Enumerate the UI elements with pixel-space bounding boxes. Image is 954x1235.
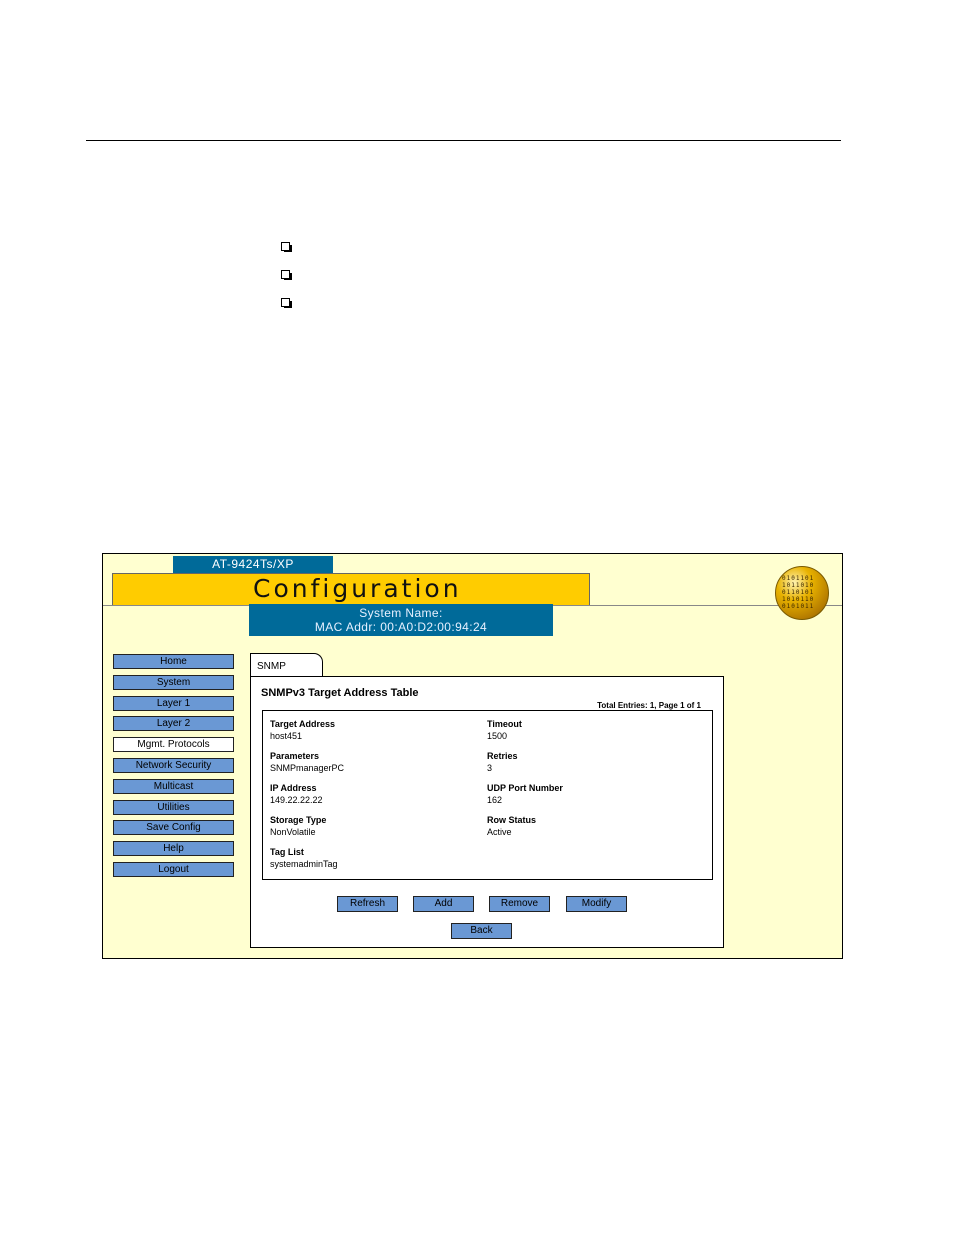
field-value: SNMPmanagerPC <box>270 763 345 773</box>
nav-layer1-button[interactable]: Layer 1 <box>113 696 234 711</box>
nav-layer2-button[interactable]: Layer 2 <box>113 716 234 731</box>
nav-mgmt-protocols-button[interactable]: Mgmt. Protocols <box>113 737 234 752</box>
mac-address: MAC Addr: 00:A0:D2:00:94:24 <box>314 620 488 634</box>
field-value: Active <box>487 827 512 837</box>
field-value: 149.22.22.22 <box>270 795 323 805</box>
checkbox-bullet-icon <box>281 241 292 252</box>
model-label: AT-9424Ts/XP <box>173 556 333 573</box>
field-value: 1500 <box>487 731 508 741</box>
screenshot-frame: AT-9424Ts/XP Configuration System Name: … <box>102 553 843 959</box>
field-label: Parameters <box>270 751 320 761</box>
field-label: Row Status <box>487 815 537 825</box>
refresh-button[interactable]: Refresh <box>337 896 398 912</box>
udp-port-field: UDP Port Number 162 <box>487 782 563 806</box>
total-entries: Total Entries: 1, Page 1 of 1 <box>597 701 701 710</box>
row-status-field: Row Status Active <box>487 814 536 838</box>
nav-utilities-button[interactable]: Utilities <box>113 800 234 815</box>
page-divider <box>86 140 841 141</box>
target-address-entry: Target Address host451 Timeout 1500 Para… <box>262 710 713 880</box>
ip-address-field: IP Address 149.22.22.22 <box>270 782 323 806</box>
field-label: Storage Type <box>270 815 327 825</box>
field-label: IP Address <box>270 783 317 793</box>
back-button[interactable]: Back <box>451 923 512 939</box>
retries-field: Retries 3 <box>487 750 518 774</box>
field-value: systemadminTag <box>270 859 338 869</box>
field-label: UDP Port Number <box>487 783 563 793</box>
nav-logout-button[interactable]: Logout <box>113 862 234 877</box>
nav-home-button[interactable]: Home <box>113 654 234 669</box>
snmp-panel: SNMPv3 Target Address Table Total Entrie… <box>250 676 724 948</box>
nav-help-button[interactable]: Help <box>113 841 234 856</box>
modify-button[interactable]: Modify <box>566 896 627 912</box>
field-label: Target Address <box>270 719 336 729</box>
remove-button[interactable]: Remove <box>489 896 550 912</box>
field-value: host451 <box>270 731 303 741</box>
storage-type-field: Storage Type NonVolatile <box>270 814 326 838</box>
nav-save-config-button[interactable]: Save Config <box>113 820 234 835</box>
system-info-box: System Name: MAC Addr: 00:A0:D2:00:94:24 <box>249 604 553 636</box>
field-value: 162 <box>487 795 503 805</box>
nav-network-security-button[interactable]: Network Security <box>113 758 234 773</box>
nav-system-button[interactable]: System <box>113 675 234 690</box>
parameters-field: Parameters SNMPmanagerPC <box>270 750 344 774</box>
table-title: SNMPv3 Target Address Table <box>261 687 419 699</box>
field-value: NonVolatile <box>270 827 316 837</box>
timeout-field: Timeout 1500 <box>487 718 522 742</box>
field-value: 3 <box>487 763 493 773</box>
tag-list-field: Tag List systemadminTag <box>270 846 338 870</box>
nav-multicast-button[interactable]: Multicast <box>113 779 234 794</box>
checkbox-bullet-icon <box>281 297 292 308</box>
field-label: Retries <box>487 751 518 761</box>
tab-snmp[interactable]: SNMP <box>250 653 323 677</box>
field-label: Tag List <box>270 847 304 857</box>
field-label: Timeout <box>487 719 522 729</box>
add-button[interactable]: Add <box>413 896 474 912</box>
system-name: System Name: <box>359 606 443 620</box>
target-address-field: Target Address host451 <box>270 718 335 742</box>
page-title: Configuration <box>253 574 462 603</box>
globe-logo-icon: 0101101 1011010 0110101 1010110 0101011 <box>775 566 829 620</box>
checkbox-bullet-icon <box>281 269 292 280</box>
